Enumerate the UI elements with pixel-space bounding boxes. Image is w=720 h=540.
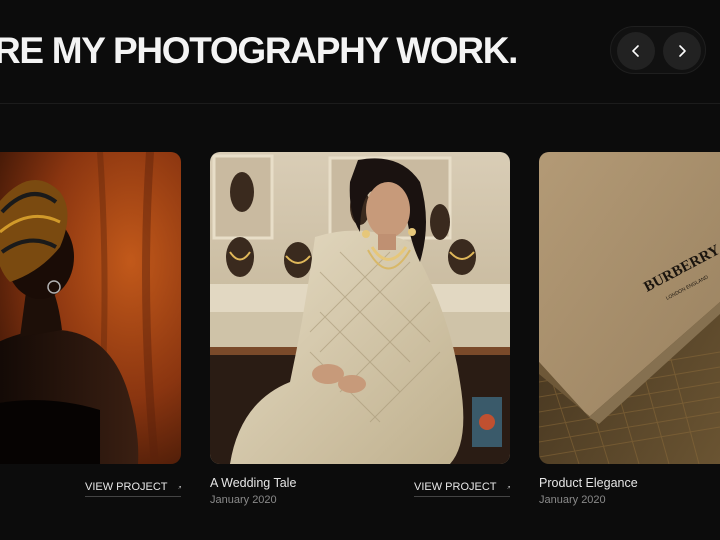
header: RE MY PHOTOGRAPHY WORK. — [0, 0, 720, 104]
arrow-up-right-icon — [177, 485, 181, 489]
carousel-next-button[interactable] — [663, 32, 701, 70]
project-card-image-portrait[interactable] — [0, 152, 181, 464]
project-date: January 2020 — [210, 494, 277, 506]
chevron-left-icon — [632, 45, 639, 57]
chevron-right-icon — [679, 45, 686, 57]
view-project-label: VIEW PROJECT — [414, 481, 497, 493]
project-title: A Wedding Tale — [210, 476, 297, 490]
project-date: January 2020 — [539, 494, 606, 506]
wedding-photo — [210, 152, 510, 464]
project-title: Product Elegance — [539, 476, 638, 490]
project-card-image-wedding[interactable] — [210, 152, 510, 464]
view-project-label: VIEW PROJECT — [85, 481, 168, 493]
portrait-photo — [0, 152, 181, 464]
arrow-up-right-icon — [506, 485, 510, 489]
portfolio-page: RE MY PHOTOGRAPHY WORK. VIEW PROJECT A W… — [0, 0, 720, 540]
carousel-nav — [610, 26, 706, 74]
view-project-link-2[interactable]: VIEW PROJECT — [414, 478, 510, 497]
page-title: RE MY PHOTOGRAPHY WORK. — [0, 30, 518, 71]
carousel-prev-button[interactable] — [617, 32, 655, 70]
project-card-image-product[interactable]: BURBERRY LONDON ENGLAND — [539, 152, 720, 464]
product-photo: BURBERRY LONDON ENGLAND — [539, 152, 720, 464]
view-project-link-1[interactable]: VIEW PROJECT — [85, 478, 181, 497]
